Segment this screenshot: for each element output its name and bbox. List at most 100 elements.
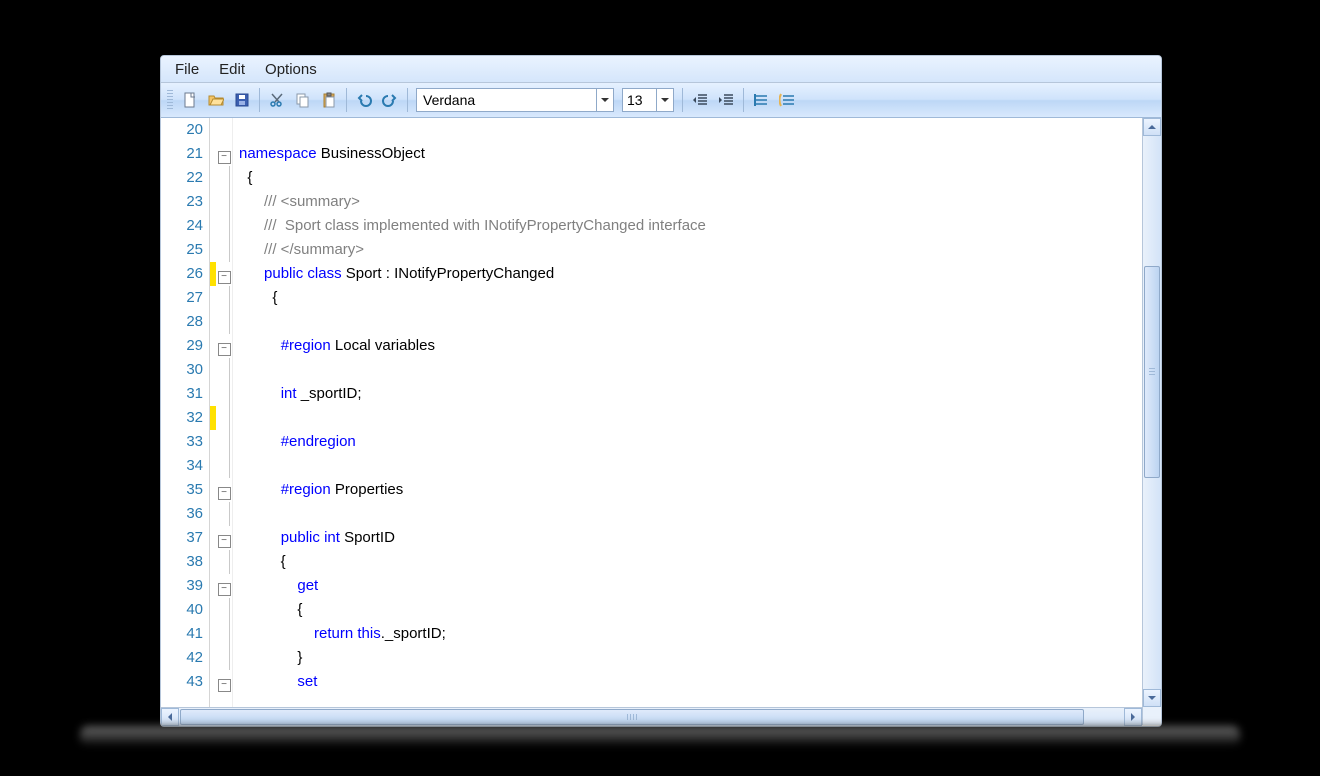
fold-toggle[interactable]: −: [216, 670, 232, 694]
code-line[interactable]: [239, 310, 1142, 334]
font-family-select[interactable]: Verdana: [416, 88, 614, 112]
line-number: 40: [161, 598, 203, 622]
fold-guide: [216, 214, 232, 238]
fold-guide: [216, 310, 232, 334]
fold-guide: [216, 430, 232, 454]
vertical-scrollbar[interactable]: [1142, 118, 1161, 707]
line-number: 33: [161, 430, 203, 454]
fold-guide: [216, 382, 232, 406]
code-line[interactable]: [239, 454, 1142, 478]
code-line[interactable]: set: [239, 670, 1142, 694]
line-number: 26: [161, 262, 203, 286]
copy-button[interactable]: [291, 88, 315, 112]
toolbar-grip[interactable]: [167, 90, 173, 110]
line-number: 32: [161, 406, 203, 430]
chevron-down-icon: [656, 89, 673, 111]
fold-guide: [216, 406, 232, 430]
paste-button[interactable]: [317, 88, 341, 112]
line-number: 22: [161, 166, 203, 190]
indent-icon: [718, 92, 734, 108]
chevron-down-icon: [596, 89, 613, 111]
line-number: 29: [161, 334, 203, 358]
code-line[interactable]: [239, 502, 1142, 526]
uncomment-lines-icon: [779, 92, 795, 108]
fold-toggle[interactable]: −: [216, 262, 232, 286]
new-file-button[interactable]: [178, 88, 202, 112]
scroll-thumb[interactable]: [1144, 266, 1160, 478]
uncomment-button[interactable]: [775, 88, 799, 112]
code-line[interactable]: {: [239, 598, 1142, 622]
editor-window: File Edit Options: [160, 55, 1162, 727]
fold-toggle[interactable]: −: [216, 574, 232, 598]
line-number: 36: [161, 502, 203, 526]
scroll-track[interactable]: [1143, 136, 1161, 689]
menu-file[interactable]: File: [165, 59, 209, 80]
device-shadow: [80, 726, 1240, 746]
redo-icon: [382, 92, 398, 108]
scroll-right-button[interactable]: [1124, 708, 1142, 726]
font-size-select[interactable]: 13: [622, 88, 674, 112]
code-line[interactable]: #region Local variables: [239, 334, 1142, 358]
line-number: 38: [161, 550, 203, 574]
scroll-up-button[interactable]: [1143, 118, 1161, 136]
code-line[interactable]: [239, 118, 1142, 142]
code-line[interactable]: [239, 406, 1142, 430]
fold-toggle[interactable]: −: [216, 526, 232, 550]
line-number: 37: [161, 526, 203, 550]
scroll-track[interactable]: [179, 708, 1124, 726]
cut-button[interactable]: [265, 88, 289, 112]
fold-guide: [216, 238, 232, 262]
code-line[interactable]: public int SportID: [239, 526, 1142, 550]
code-line[interactable]: namespace BusinessObject: [239, 142, 1142, 166]
scroll-left-button[interactable]: [161, 708, 179, 726]
indent-button[interactable]: [714, 88, 738, 112]
scroll-thumb[interactable]: [180, 709, 1084, 725]
fold-toggle[interactable]: −: [216, 334, 232, 358]
line-number: 24: [161, 214, 203, 238]
undo-icon: [356, 92, 372, 108]
fold-toggle[interactable]: −: [216, 478, 232, 502]
code-line[interactable]: public class Sport : INotifyPropertyChan…: [239, 262, 1142, 286]
editor-area: 2021222324252627282930313233343536373839…: [161, 118, 1161, 726]
code-line[interactable]: return this._sportID;: [239, 622, 1142, 646]
code-line[interactable]: get: [239, 574, 1142, 598]
outdent-button[interactable]: [688, 88, 712, 112]
fold-guide: [216, 166, 232, 190]
toolbar-separator: [407, 88, 408, 112]
fold-column[interactable]: − − − − − − −: [216, 118, 233, 707]
fold-guide: [216, 598, 232, 622]
new-file-icon: [182, 92, 198, 108]
save-disk-icon: [234, 92, 250, 108]
fold-toggle[interactable]: −: [216, 142, 232, 166]
code-line[interactable]: {: [239, 166, 1142, 190]
line-number: 35: [161, 478, 203, 502]
code-line[interactable]: #endregion: [239, 430, 1142, 454]
comment-button[interactable]: [749, 88, 773, 112]
clipboard-icon: [321, 92, 337, 108]
code-line[interactable]: #region Properties: [239, 478, 1142, 502]
menu-options[interactable]: Options: [255, 59, 327, 80]
code-editor[interactable]: namespace BusinessObject { /// <summary>…: [233, 118, 1142, 707]
save-button[interactable]: [230, 88, 254, 112]
code-line[interactable]: /// <summary>: [239, 190, 1142, 214]
scroll-down-button[interactable]: [1143, 689, 1161, 707]
code-line[interactable]: int _sportID;: [239, 382, 1142, 406]
code-line[interactable]: }: [239, 646, 1142, 670]
redo-button[interactable]: [378, 88, 402, 112]
undo-button[interactable]: [352, 88, 376, 112]
open-file-button[interactable]: [204, 88, 228, 112]
fold-guide: [216, 622, 232, 646]
line-number: 43: [161, 670, 203, 694]
code-line[interactable]: [239, 358, 1142, 382]
toolbar: Verdana 13: [161, 83, 1161, 118]
line-number: 25: [161, 238, 203, 262]
code-line[interactable]: {: [239, 550, 1142, 574]
font-family-value: Verdana: [423, 92, 475, 108]
menu-edit[interactable]: Edit: [209, 59, 255, 80]
code-line[interactable]: {: [239, 286, 1142, 310]
code-line[interactable]: /// Sport class implemented with INotify…: [239, 214, 1142, 238]
horizontal-scrollbar[interactable]: [161, 707, 1142, 726]
fold-guide: [216, 454, 232, 478]
line-number: 27: [161, 286, 203, 310]
code-line[interactable]: /// </summary>: [239, 238, 1142, 262]
